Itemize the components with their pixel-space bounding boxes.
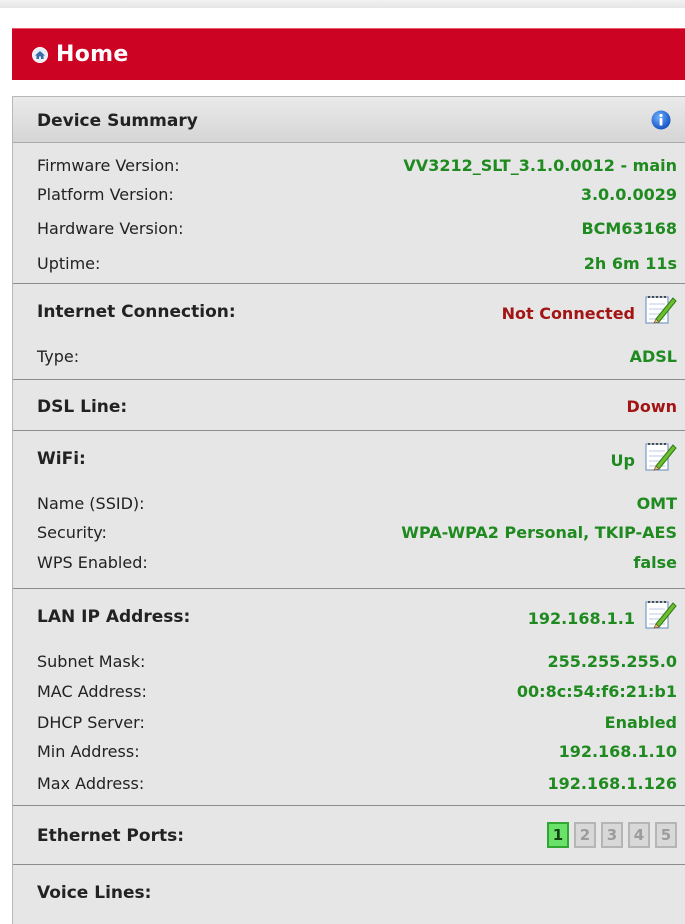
page-title: Home <box>56 42 129 67</box>
mac-address-label: MAC Address: <box>37 682 147 701</box>
min-address-label: Min Address: <box>37 742 140 761</box>
edit-lan-icon[interactable] <box>643 597 677 631</box>
ethernet-port-3[interactable]: 3 <box>601 822 623 848</box>
internet-connection-label: Internet Connection: <box>37 302 236 322</box>
firmware-version-row: Firmware Version: VV3212_SLT_3.1.0.0012 … <box>37 156 677 180</box>
wifi-security-value: WPA-WPA2 Personal, TKIP-AES <box>401 523 677 542</box>
internet-type-label: Type: <box>37 347 80 366</box>
device-summary-header: Device Summary <box>13 97 685 143</box>
wifi-label: WiFi: <box>37 449 86 469</box>
ethernet-ports-row: Ethernet Ports: 1 2 3 4 5 <box>37 822 677 850</box>
page-header: Home <box>12 28 685 80</box>
dsl-line-status: Down <box>626 397 677 416</box>
divider <box>13 379 685 380</box>
wifi-ssid-label: Name (SSID): <box>37 494 145 513</box>
dhcp-server-label: DHCP Server: <box>37 713 145 732</box>
wps-enabled-label: WPS Enabled: <box>37 553 148 572</box>
ethernet-port-2[interactable]: 2 <box>574 822 596 848</box>
voice-lines-label: Voice Lines: <box>37 883 152 903</box>
max-address-label: Max Address: <box>37 774 145 793</box>
lan-ip-row: LAN IP Address: 192.168.1.1 <box>37 601 677 631</box>
divider <box>13 805 685 806</box>
ethernet-ports-label: Ethernet Ports: <box>37 826 184 846</box>
top-strip <box>0 0 685 8</box>
divider <box>13 430 685 431</box>
min-address-value: 192.168.1.10 <box>558 742 677 761</box>
platform-version-value: 3.0.0.0029 <box>580 185 677 204</box>
hardware-version-label: Hardware Version: <box>37 219 184 238</box>
platform-version-row: Platform Version: 3.0.0.0029 <box>37 185 677 209</box>
uptime-label: Uptime: <box>37 254 101 273</box>
uptime-row: Uptime: 2h 6m 11s <box>37 254 677 278</box>
device-summary-panel: Device Summary Firmware Version: VV3212_… <box>12 96 685 924</box>
wifi-ssid-value: OMT <box>636 494 677 513</box>
hardware-version-value: BCM63168 <box>581 219 677 238</box>
internet-connection-status: Not Connected <box>501 304 635 323</box>
lan-ip-label: LAN IP Address: <box>37 607 191 627</box>
min-address-row: Min Address: 192.168.1.10 <box>37 742 677 766</box>
wifi-row: WiFi: Up <box>37 443 677 473</box>
internet-type-value: ADSL <box>629 347 677 366</box>
dsl-line-row: DSL Line: Down <box>37 397 677 421</box>
wps-enabled-value: false <box>633 553 677 572</box>
platform-version-label: Platform Version: <box>37 185 174 204</box>
wifi-status: Up <box>610 451 635 470</box>
hardware-version-row: Hardware Version: BCM63168 <box>37 219 677 243</box>
dhcp-server-value: Enabled <box>604 713 677 732</box>
dsl-line-label: DSL Line: <box>37 397 128 417</box>
info-icon[interactable] <box>651 110 671 130</box>
wifi-security-row: Security: WPA-WPA2 Personal, TKIP-AES <box>37 523 677 547</box>
max-address-row: Max Address: 192.168.1.126 <box>37 774 677 798</box>
edit-internet-icon[interactable] <box>643 292 677 326</box>
mac-address-row: MAC Address: 00:8c:54:f6:21:b1 <box>37 682 677 706</box>
subnet-mask-row: Subnet Mask: 255.255.255.0 <box>37 652 677 676</box>
subnet-mask-label: Subnet Mask: <box>37 652 146 671</box>
wifi-security-label: Security: <box>37 523 107 542</box>
wps-enabled-row: WPS Enabled: false <box>37 553 677 577</box>
ethernet-port-1[interactable]: 1 <box>547 822 569 848</box>
internet-type-row: Type: ADSL <box>37 347 677 371</box>
firmware-version-value: VV3212_SLT_3.1.0.0012 - main <box>403 156 677 175</box>
ethernet-port-indicators: 1 2 3 4 5 <box>547 822 677 848</box>
divider <box>13 283 685 284</box>
lan-ip-value: 192.168.1.1 <box>527 609 635 628</box>
dhcp-server-row: DHCP Server: Enabled <box>37 713 677 737</box>
edit-wifi-icon[interactable] <box>643 439 677 473</box>
device-summary-title: Device Summary <box>37 111 198 131</box>
voice-lines-row: Voice Lines: <box>37 883 677 907</box>
wifi-ssid-row: Name (SSID): OMT <box>37 494 677 518</box>
max-address-value: 192.168.1.126 <box>547 774 677 793</box>
ethernet-port-4[interactable]: 4 <box>628 822 650 848</box>
home-icon <box>32 46 48 63</box>
ethernet-port-5[interactable]: 5 <box>655 822 677 848</box>
mac-address-value: 00:8c:54:f6:21:b1 <box>516 682 677 701</box>
divider <box>13 588 685 589</box>
internet-connection-row: Internet Connection: Not Connected <box>37 296 677 326</box>
subnet-mask-value: 255.255.255.0 <box>547 652 677 671</box>
firmware-version-label: Firmware Version: <box>37 156 180 175</box>
uptime-value: 2h 6m 11s <box>583 254 677 273</box>
divider <box>13 864 685 865</box>
